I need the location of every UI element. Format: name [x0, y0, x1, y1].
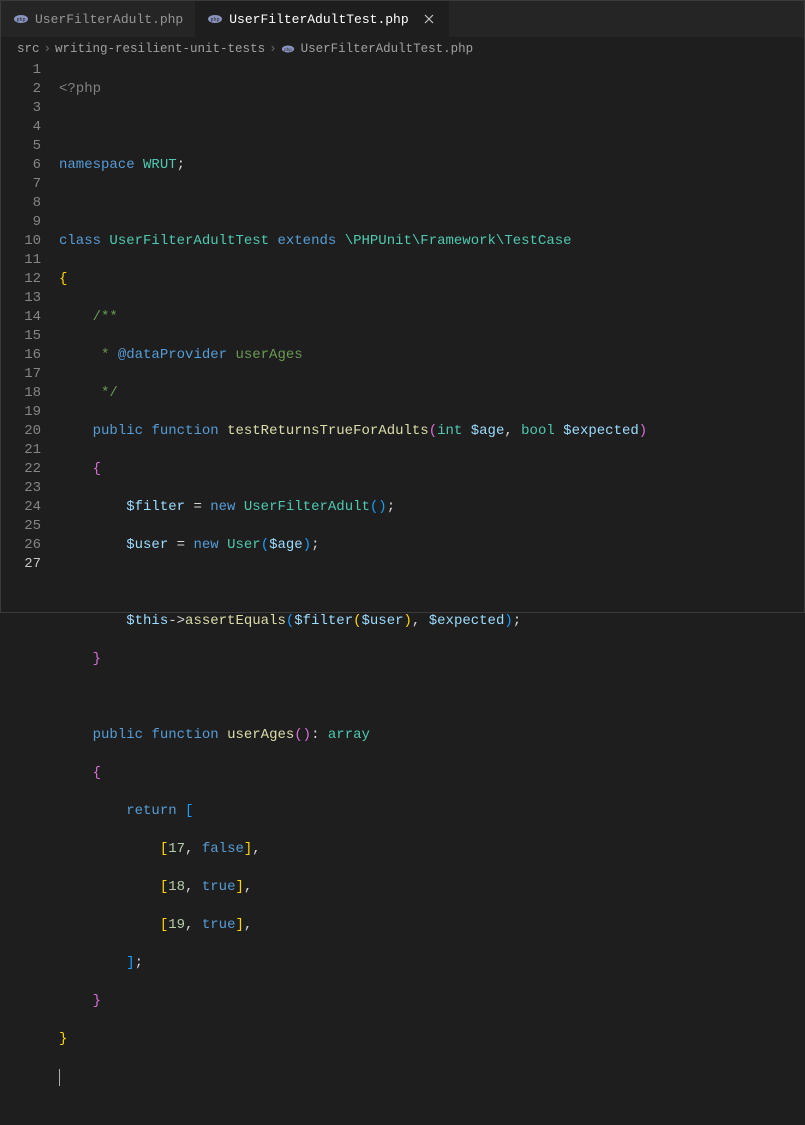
crumb-src[interactable]: src [17, 42, 40, 56]
chevron-right-icon: › [44, 42, 52, 56]
crumb-folder[interactable]: writing-resilient-unit-tests [55, 42, 265, 56]
line-number: 20 [1, 422, 41, 441]
svg-text:php: php [284, 48, 292, 53]
line-number: 15 [1, 327, 41, 346]
tab-bar: php UserFilterAdult.php php UserFilterAd… [1, 1, 804, 37]
line-number: 2 [1, 80, 41, 99]
tab-label: UserFilterAdult.php [35, 12, 183, 27]
line-number: 9 [1, 213, 41, 232]
line-number: 22 [1, 460, 41, 479]
crumb-file[interactable]: UserFilterAdultTest.php [301, 42, 474, 56]
line-number: 19 [1, 403, 41, 422]
line-number: 27 [1, 555, 41, 574]
code-content[interactable]: <?php namespace WRUT; class UserFilterAd… [59, 61, 804, 612]
breadcrumb[interactable]: src › writing-resilient-unit-tests › php… [1, 37, 804, 61]
svg-text:php: php [211, 17, 220, 23]
text-cursor [59, 1069, 60, 1086]
chevron-right-icon: › [269, 42, 277, 56]
tab-label: UserFilterAdultTest.php [229, 12, 408, 27]
line-number: 24 [1, 498, 41, 517]
line-number: 21 [1, 441, 41, 460]
close-icon[interactable] [421, 11, 437, 27]
line-number: 23 [1, 479, 41, 498]
line-number: 7 [1, 175, 41, 194]
svg-text:php: php [16, 17, 25, 23]
line-number: 10 [1, 232, 41, 251]
php-open-tag: <?php [59, 81, 101, 97]
line-number: 13 [1, 289, 41, 308]
line-number: 5 [1, 137, 41, 156]
line-number: 11 [1, 251, 41, 270]
php-icon: php [13, 11, 29, 27]
line-number: 25 [1, 517, 41, 536]
line-number: 18 [1, 384, 41, 403]
code-editor[interactable]: 1234567891011121314151617181920212223242… [1, 61, 804, 612]
line-number: 26 [1, 536, 41, 555]
line-number: 4 [1, 118, 41, 137]
line-number: 12 [1, 270, 41, 289]
line-number: 3 [1, 99, 41, 118]
line-number-gutter: 1234567891011121314151617181920212223242… [1, 61, 59, 612]
line-number: 14 [1, 308, 41, 327]
line-number: 16 [1, 346, 41, 365]
tab-userfilteradult[interactable]: php UserFilterAdult.php [1, 1, 195, 37]
tab-userfilteradulttest[interactable]: php UserFilterAdultTest.php [195, 1, 448, 37]
line-number: 1 [1, 61, 41, 80]
line-number: 17 [1, 365, 41, 384]
line-number: 6 [1, 156, 41, 175]
php-icon: php [281, 42, 295, 56]
line-number: 8 [1, 194, 41, 213]
php-icon: php [207, 11, 223, 27]
